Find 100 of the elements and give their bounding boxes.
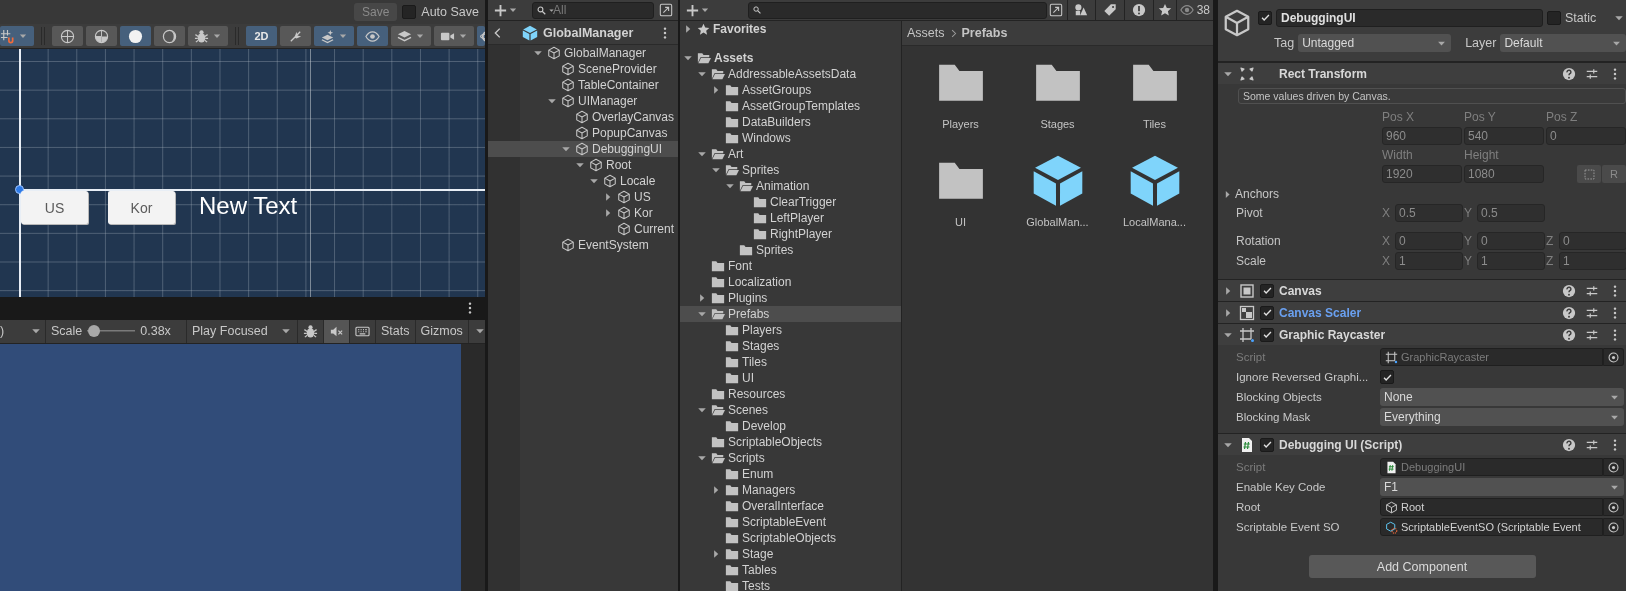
object-field[interactable]: ScriptableEventSO (Scriptable Event	[1380, 518, 1603, 536]
folder-item[interactable]: Managers	[680, 482, 901, 498]
enable-checkbox[interactable]	[1260, 437, 1274, 452]
folder-item[interactable]: Windows	[680, 130, 901, 146]
auto-save-checkbox[interactable]	[402, 5, 417, 19]
gizmos-button[interactable]: Gizmos	[415, 319, 469, 343]
tool-button[interactable]	[357, 26, 388, 46]
dropdown[interactable]: F1	[1380, 478, 1624, 496]
enable-checkbox[interactable]	[1260, 283, 1274, 298]
tool-button[interactable]	[314, 26, 354, 46]
asset-item[interactable]: GlobalMan...	[1009, 150, 1106, 228]
mode-toggle[interactable]: 2D	[246, 26, 277, 46]
folder-item[interactable]: Sprites	[680, 162, 901, 178]
tool-button[interactable]	[86, 26, 117, 46]
folder-item[interactable]: UI	[680, 370, 901, 386]
visibility-button[interactable]: 38	[1176, 0, 1210, 20]
asset-item[interactable]: Players	[912, 52, 1009, 130]
active-checkbox[interactable]	[1258, 10, 1272, 25]
folder-item[interactable]: Plugins	[680, 290, 901, 306]
number-field[interactable]: 1080	[1464, 165, 1544, 183]
number-field[interactable]: 0.5	[1477, 204, 1545, 222]
enable-checkbox[interactable]	[1260, 305, 1274, 320]
resolution-dropdown[interactable]: )	[0, 319, 46, 343]
help-icon[interactable]	[1562, 327, 1576, 342]
hierarchy-item[interactable]: DebuggingUI	[488, 141, 678, 157]
picker-button[interactable]	[1603, 498, 1624, 516]
folder-item[interactable]: DataBuilders	[680, 114, 901, 130]
hierarchy-item[interactable]: OverlayCanvas	[488, 109, 678, 125]
folder-item[interactable]: AssetGroupTemplates	[680, 98, 901, 114]
folder-item[interactable]: AddressableAssetsData	[680, 66, 901, 82]
hierarchy-item[interactable]: PopupCanvas	[488, 125, 678, 141]
favorites-item[interactable]: Favorites	[680, 21, 901, 37]
folder-item[interactable]: Enum	[680, 466, 901, 482]
hierarchy-item[interactable]: US	[488, 189, 678, 205]
folder-item[interactable]: Font	[680, 258, 901, 274]
folder-item[interactable]: Animation	[680, 178, 901, 194]
help-icon[interactable]	[1562, 305, 1576, 320]
play-mode-dropdown[interactable]: Play Focused	[187, 319, 298, 343]
anchors-foldout[interactable]: Anchors	[1218, 186, 1280, 202]
asset-item[interactable]: UI	[912, 150, 1009, 228]
cube-icon[interactable]	[1222, 8, 1252, 38]
add-component-button[interactable]: Add Component	[1308, 555, 1536, 578]
folder-item[interactable]: Scripts	[680, 450, 901, 466]
folder-item[interactable]: Stage	[680, 546, 901, 562]
hierarchy-item[interactable]: Current	[488, 221, 678, 237]
number-field[interactable]: 0	[1559, 232, 1626, 250]
object-field[interactable]: GraphicRaycaster	[1380, 348, 1603, 366]
tag-dropdown[interactable]: Untagged	[1298, 34, 1452, 52]
picker-button[interactable]	[1603, 348, 1624, 366]
number-field[interactable]: 540	[1464, 127, 1544, 145]
help-icon[interactable]	[1562, 283, 1576, 298]
number-field[interactable]: 1	[1395, 252, 1463, 270]
hierarchy-item[interactable]: Root	[488, 157, 678, 173]
folder-item[interactable]: ScriptableObjects	[680, 530, 901, 546]
folder-item[interactable]: ScriptableEvent	[680, 514, 901, 530]
folder-item[interactable]: Resources	[680, 386, 901, 402]
sliders-icon[interactable]	[1585, 305, 1599, 320]
tool-button[interactable]	[391, 26, 431, 46]
number-field[interactable]: 0.5	[1395, 204, 1463, 222]
number-field[interactable]: 0	[1546, 127, 1626, 145]
folder-item[interactable]: Scenes	[680, 402, 901, 418]
tool-button[interactable]	[280, 26, 311, 46]
dropdown[interactable]: None	[1380, 388, 1624, 406]
number-field[interactable]: 0	[1477, 232, 1545, 250]
breadcrumb-link[interactable]: Assets	[907, 26, 945, 40]
sliders-icon[interactable]	[1585, 437, 1599, 452]
enable-checkbox[interactable]	[1260, 327, 1274, 342]
tool-button[interactable]	[434, 26, 474, 46]
search-field[interactable]: All	[532, 1, 654, 19]
dropdown[interactable]: Everything	[1380, 408, 1624, 426]
folder-item[interactable]: Sprites	[680, 242, 901, 258]
search-field[interactable]	[748, 1, 1047, 19]
folder-item[interactable]: OveralInterface	[680, 498, 901, 514]
asset-item[interactable]: LocalMana...	[1106, 150, 1203, 228]
name-field[interactable]: DebuggingUI	[1276, 8, 1543, 27]
hierarchy-item[interactable]: SceneProvider	[488, 61, 678, 77]
asset-item[interactable]: Tiles	[1106, 52, 1203, 130]
folder-item[interactable]: Tiles	[680, 354, 901, 370]
slider-thumb[interactable]	[88, 325, 101, 337]
toggle-button[interactable]	[324, 319, 350, 343]
help-icon[interactable]	[1562, 437, 1576, 452]
folder-item[interactable]: Assets	[680, 50, 901, 66]
folder-item[interactable]: LeftPlayer	[680, 210, 901, 226]
number-field[interactable]: 1	[1559, 252, 1626, 270]
number-field[interactable]: 1920	[1382, 165, 1462, 183]
folder-item[interactable]: RightPlayer	[680, 226, 901, 242]
hierarchy-item[interactable]: TableContainer	[488, 77, 678, 93]
folder-item[interactable]: Art	[680, 146, 901, 162]
object-field[interactable]: DebuggingUI	[1380, 458, 1603, 476]
picker-button[interactable]	[1603, 458, 1624, 476]
folder-item[interactable]: ClearTrigger	[680, 194, 901, 210]
tool-button[interactable]	[0, 26, 34, 46]
folder-item[interactable]: AssetGroups	[680, 82, 901, 98]
number-field[interactable]: 960	[1382, 127, 1462, 145]
folder-item[interactable]: Localization	[680, 274, 901, 290]
tool-button[interactable]	[188, 26, 228, 46]
folder-item[interactable]: Tables	[680, 562, 901, 578]
folder-item[interactable]: Stages	[680, 338, 901, 354]
picker-button[interactable]	[1603, 518, 1624, 536]
hierarchy-item[interactable]: Kor	[488, 205, 678, 221]
